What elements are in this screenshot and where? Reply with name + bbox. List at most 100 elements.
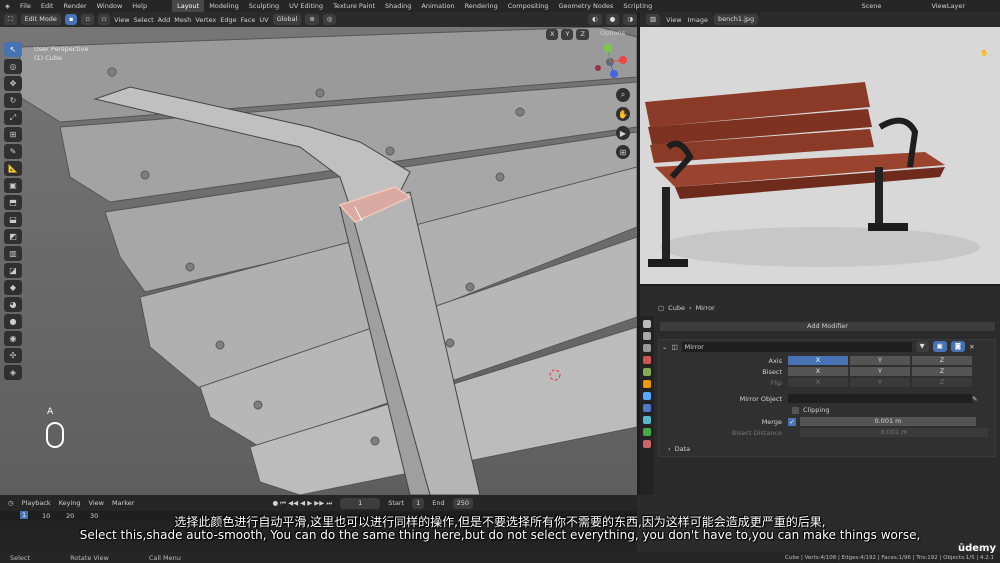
loop-cut-icon[interactable]: ▥ bbox=[4, 246, 22, 261]
spin-icon[interactable]: ◕ bbox=[4, 297, 22, 312]
playback-menu[interactable]: Playback bbox=[22, 499, 51, 507]
clipping-checkbox[interactable] bbox=[792, 406, 799, 414]
flip-x[interactable]: X bbox=[788, 378, 848, 387]
collapse-icon[interactable]: ⌄ bbox=[662, 343, 667, 351]
tab-compositing[interactable]: Compositing bbox=[503, 0, 554, 12]
image-editor-type-icon[interactable]: ▨ bbox=[646, 14, 661, 25]
realtime-toggle-icon[interactable]: ▣ bbox=[932, 341, 947, 352]
transform-icon[interactable]: ⊞ bbox=[4, 127, 22, 142]
eyedropper-icon[interactable]: ✎ bbox=[972, 395, 977, 403]
orientation-selector[interactable]: Global bbox=[272, 14, 302, 25]
edge-select-icon[interactable]: ▫ bbox=[81, 14, 94, 25]
menu-render[interactable]: Render bbox=[58, 0, 91, 12]
tab-texture-paint[interactable]: Texture Paint bbox=[328, 0, 380, 12]
menu-window[interactable]: Window bbox=[92, 0, 128, 12]
shrink-icon[interactable]: ◉ bbox=[4, 331, 22, 346]
render-tab-icon[interactable] bbox=[643, 332, 651, 340]
merge-checkbox[interactable]: ✓ bbox=[788, 417, 796, 426]
scene-selector[interactable]: Scene bbox=[857, 0, 887, 12]
modifier-name-field[interactable]: Mirror bbox=[681, 341, 912, 352]
tab-scripting[interactable]: Scripting bbox=[618, 0, 657, 12]
image-filename[interactable]: bench1.jpg bbox=[713, 14, 759, 25]
tool-tab-icon[interactable] bbox=[643, 320, 651, 328]
options-button[interactable]: Options bbox=[600, 29, 625, 37]
viewlayer-selector[interactable]: ViewLayer bbox=[926, 0, 970, 12]
smooth-icon[interactable]: ● bbox=[4, 314, 22, 329]
current-frame-field[interactable]: 1 bbox=[340, 497, 381, 509]
grid-icon[interactable]: ⊞ bbox=[616, 145, 630, 159]
rotate-icon[interactable]: ↻ bbox=[4, 93, 22, 108]
select-menu[interactable]: Select bbox=[134, 16, 154, 24]
menu-file[interactable]: File bbox=[15, 0, 36, 12]
tab-sculpting[interactable]: Sculpting bbox=[244, 0, 284, 12]
move-icon[interactable]: ✥ bbox=[4, 76, 22, 91]
particles-tab-icon[interactable] bbox=[643, 404, 651, 412]
shear-icon[interactable]: ✣ bbox=[4, 348, 22, 363]
end-frame-field[interactable]: 250 bbox=[452, 497, 474, 509]
data-expand-icon[interactable]: › bbox=[668, 445, 671, 453]
overlay-icon[interactable]: ◐ bbox=[587, 14, 602, 25]
zoom-icon[interactable]: ⌕ bbox=[616, 88, 630, 102]
material-tab-icon[interactable] bbox=[643, 440, 651, 448]
vertex-menu[interactable]: Vertex bbox=[195, 16, 216, 24]
edge-menu[interactable]: Edge bbox=[220, 16, 236, 24]
flip-y[interactable]: Y bbox=[850, 378, 910, 387]
start-frame-field[interactable]: 1 bbox=[412, 497, 425, 509]
axis-z[interactable]: Z bbox=[912, 356, 972, 365]
tab-shading[interactable]: Shading bbox=[380, 0, 416, 12]
menu-edit[interactable]: Edit bbox=[36, 0, 59, 12]
flip-z[interactable]: Z bbox=[912, 378, 972, 387]
tab-rendering[interactable]: Rendering bbox=[460, 0, 503, 12]
image-zoom-icon[interactable]: ⌕ bbox=[980, 33, 984, 42]
add-menu[interactable]: Add bbox=[158, 16, 171, 24]
face-select-icon[interactable]: ▫ bbox=[97, 14, 111, 25]
data-tab-icon[interactable] bbox=[643, 428, 651, 436]
camera-icon[interactable]: ▶ bbox=[616, 126, 630, 140]
reference-image-view[interactable]: ⌕ ✋ bbox=[640, 27, 1000, 284]
mirror-object-field[interactable] bbox=[788, 394, 972, 403]
editor-type-icon[interactable]: ⛶ bbox=[4, 14, 17, 25]
edit-mode-toggle-icon[interactable]: ▼ bbox=[915, 341, 929, 352]
y-toggle[interactable]: Y bbox=[561, 29, 574, 40]
x-toggle[interactable]: X bbox=[546, 29, 559, 40]
modifier-tab-icon[interactable] bbox=[643, 392, 651, 400]
axis-y[interactable]: Y bbox=[850, 356, 910, 365]
3d-viewport[interactable]: User Perspective (1) Cube X Y Z Options … bbox=[0, 27, 637, 495]
physics-tab-icon[interactable] bbox=[643, 416, 651, 424]
pan-hand-icon[interactable]: ✋ bbox=[616, 107, 630, 121]
mesh-menu[interactable]: Mesh bbox=[174, 16, 191, 24]
bisect-y[interactable]: Y bbox=[850, 367, 910, 376]
annotate-icon[interactable]: ✎ bbox=[4, 144, 22, 159]
uv-menu[interactable]: UV bbox=[259, 16, 268, 24]
tab-uv-editing[interactable]: UV Editing bbox=[284, 0, 328, 12]
vertex-select-icon[interactable]: ▪ bbox=[64, 14, 78, 25]
add-modifier-button[interactable]: Add Modifier bbox=[660, 322, 995, 331]
shading-material-icon[interactable]: ◑ bbox=[623, 14, 637, 25]
playback-controls[interactable]: ● ⏮ ◀◀ ◀ ▶ ▶▶ ⏭ bbox=[272, 499, 332, 508]
scene-tab-icon[interactable] bbox=[643, 356, 651, 364]
tab-modeling[interactable]: Modeling bbox=[204, 0, 244, 12]
cursor-icon[interactable]: ◎ bbox=[4, 59, 22, 74]
bevel-icon[interactable]: ◩ bbox=[4, 229, 22, 244]
scale-icon[interactable]: ⤢ bbox=[4, 110, 22, 125]
output-tab-icon[interactable] bbox=[643, 344, 651, 352]
timeline-editor-icon[interactable]: ◷ bbox=[8, 499, 14, 507]
bisect-z[interactable]: Z bbox=[912, 367, 972, 376]
marker-menu[interactable]: Marker bbox=[112, 499, 134, 507]
rip-icon[interactable]: ◈ bbox=[4, 365, 22, 380]
z-toggle[interactable]: Z bbox=[576, 29, 589, 40]
keying-menu[interactable]: Keying bbox=[59, 499, 81, 507]
extrude-icon[interactable]: ⬒ bbox=[4, 195, 22, 210]
tab-animation[interactable]: Animation bbox=[416, 0, 459, 12]
face-menu[interactable]: Face bbox=[241, 16, 256, 24]
menu-help[interactable]: Help bbox=[127, 0, 152, 12]
shading-solid-icon[interactable]: ● bbox=[605, 14, 620, 25]
navigation-gizmo[interactable] bbox=[590, 42, 630, 82]
timeline-view-menu[interactable]: View bbox=[89, 499, 104, 507]
image-pan-icon[interactable]: ✋ bbox=[980, 49, 988, 57]
axis-x[interactable]: X bbox=[788, 356, 848, 365]
knife-icon[interactable]: ◪ bbox=[4, 263, 22, 278]
data-subpanel-label[interactable]: Data bbox=[675, 445, 691, 453]
render-toggle-icon[interactable]: ◙ bbox=[950, 341, 966, 352]
mode-selector[interactable]: Edit Mode bbox=[20, 14, 61, 25]
